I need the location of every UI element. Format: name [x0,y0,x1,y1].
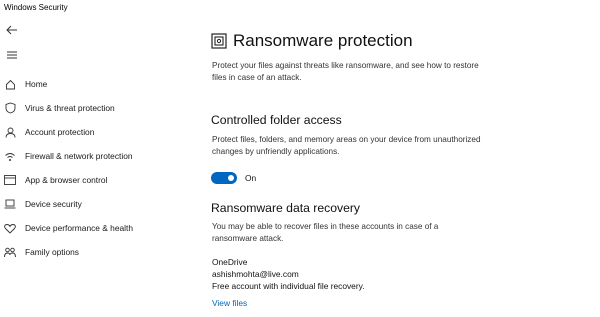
sidebar-item-home[interactable]: Home [0,74,185,94]
main-content: Ransomware protection Protect your files… [211,0,600,317]
sidebar-item-label: Virus & threat protection [25,103,115,113]
recovery-plan: Free account with individual file recove… [212,281,365,291]
sidebar-item-label: Family options [25,247,79,257]
page-title-text: Ransomware protection [233,31,413,50]
cfa-toggle[interactable] [211,172,237,184]
recovery-account-email: ashishmohta@live.com [212,269,299,279]
sidebar-item-app-browser[interactable]: App & browser control [0,170,185,190]
home-icon [4,78,16,90]
page-title: Ransomware protection [211,31,413,51]
shield-icon [4,102,16,114]
sidebar: Home Virus & threat protection Account p… [0,18,185,317]
sidebar-item-label: Device security [25,199,82,209]
sidebar-item-device-security[interactable]: Device security [0,194,185,214]
sidebar-item-firewall[interactable]: Firewall & network protection [0,146,185,166]
back-arrow-icon [6,25,17,35]
menu-button[interactable] [4,48,20,62]
sidebar-item-label: App & browser control [25,175,108,185]
cfa-section-title: Controlled folder access [211,113,342,127]
family-icon [4,246,16,258]
sidebar-item-label: Device performance & health [25,223,133,233]
recovery-section-title: Ransomware data recovery [211,201,361,215]
browser-window-icon [4,174,16,186]
sidebar-item-device-performance[interactable]: Device performance & health [0,218,185,238]
sidebar-item-account[interactable]: Account protection [0,122,185,142]
cfa-toggle-label: On [245,173,257,183]
cfa-toggle-row: On [211,172,256,184]
recovery-description: You may be able to recover files in thes… [212,222,439,243]
person-icon [4,126,16,138]
window-title: Windows Security [4,3,68,12]
page-description: Protect your files against threats like … [212,61,479,82]
sidebar-item-virus-threat[interactable]: Virus & threat protection [0,98,185,118]
heart-icon [4,222,16,234]
wifi-icon [4,150,16,162]
ransomware-vault-icon [211,33,227,49]
view-files-link[interactable]: View files [212,298,247,308]
recovery-service: OneDrive [212,257,248,267]
laptop-icon [4,198,16,210]
sidebar-item-family[interactable]: Family options [0,242,185,262]
sidebar-item-label: Home [25,79,48,89]
sidebar-item-label: Firewall & network protection [25,151,133,161]
back-button[interactable] [4,23,20,37]
cfa-description: Protect files, folders, and memory areas… [212,135,481,156]
sidebar-item-label: Account protection [25,127,95,137]
hamburger-icon [7,51,17,59]
